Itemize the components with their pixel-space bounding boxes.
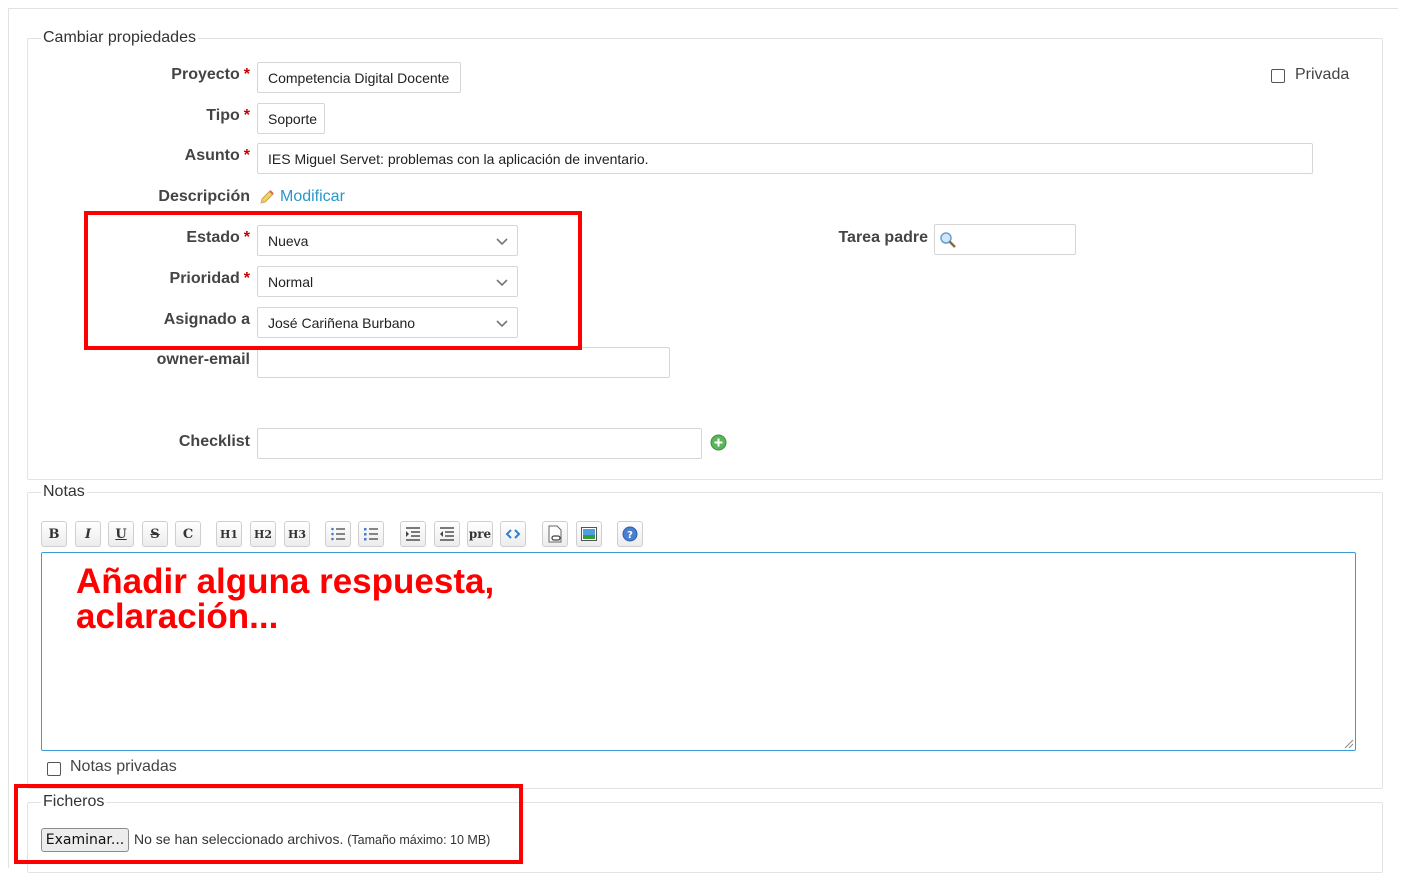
strike-label: S xyxy=(150,526,160,542)
browse-files-button[interactable]: Examinar... xyxy=(41,828,129,852)
chevron-down-icon xyxy=(496,238,508,246)
pre-button[interactable]: pre xyxy=(467,521,493,547)
asignado-label: Asignado a xyxy=(163,311,250,328)
italic-label: I xyxy=(84,526,92,542)
bullet-list-icon xyxy=(331,527,345,541)
owner-email-input[interactable] xyxy=(257,347,670,378)
asignado-select[interactable]: José Cariñena Burbano xyxy=(257,307,518,338)
link-button[interactable] xyxy=(542,521,568,547)
image-button[interactable] xyxy=(576,521,602,547)
resize-handle-icon[interactable] xyxy=(1344,739,1354,749)
indent-button[interactable] xyxy=(400,521,426,547)
checklist-input[interactable] xyxy=(257,428,702,459)
pencil-icon[interactable] xyxy=(258,188,276,211)
outdent-button[interactable] xyxy=(434,521,460,547)
notas-privadas-label: Notas privadas xyxy=(70,758,177,775)
prioridad-select[interactable]: Normal xyxy=(257,266,518,297)
prioridad-value: Normal xyxy=(268,273,314,290)
tipo-label: Tipo * xyxy=(206,107,250,124)
estado-select[interactable]: Nueva xyxy=(257,225,518,256)
proyecto-select[interactable]: Competencia Digital Docente xyxy=(257,62,461,93)
no-file-label: No se han seleccionado archivos. xyxy=(134,831,344,847)
properties-fieldset: Cambiar propiedades xyxy=(27,29,1383,480)
code-label: C xyxy=(182,526,194,542)
link-icon xyxy=(548,525,562,543)
h1-button[interactable]: H1 xyxy=(216,521,242,547)
numbered-list-icon xyxy=(364,528,378,541)
estado-label: Estado * xyxy=(186,229,250,246)
estado-value: Nueva xyxy=(268,232,309,249)
descripcion-label: Descripción xyxy=(158,188,250,205)
proyecto-value: Competencia Digital Docente xyxy=(268,69,450,86)
underline-button[interactable]: U xyxy=(108,521,134,547)
pre-label: pre xyxy=(468,527,492,541)
tipo-select[interactable]: Soporte xyxy=(257,103,325,134)
chevron-down-icon xyxy=(496,279,508,287)
add-checklist-icon[interactable] xyxy=(710,434,727,456)
magnifier-icon xyxy=(940,231,956,248)
owner-email-label: owner-email xyxy=(156,351,250,368)
files-legend: Ficheros xyxy=(43,793,105,810)
tipo-value: Soporte xyxy=(268,110,318,127)
help-icon: ? xyxy=(622,526,638,542)
chevron-down-icon xyxy=(496,320,508,328)
asignado-value: José Cariñena Burbano xyxy=(268,314,416,331)
tarea-padre-label: Tarea padre xyxy=(838,229,928,246)
underline-label: U xyxy=(115,526,127,542)
outdent-icon xyxy=(440,527,454,541)
checklist-label: Checklist xyxy=(178,433,250,450)
h3-button[interactable]: H3 xyxy=(284,521,310,547)
max-size-label: (Tamaño máximo: 10 MB) xyxy=(347,833,491,847)
h1-label: H1 xyxy=(219,527,239,541)
code-block-button[interactable] xyxy=(500,521,526,547)
image-icon xyxy=(581,527,597,541)
help-button[interactable]: ? xyxy=(617,521,643,547)
descripcion-modificar-link[interactable]: Modificar xyxy=(280,188,345,206)
ordered-list-button[interactable] xyxy=(358,521,384,547)
strike-button[interactable]: S xyxy=(142,521,168,547)
italic-button[interactable]: I xyxy=(75,521,101,547)
h2-button[interactable]: H2 xyxy=(250,521,276,547)
svg-text:?: ? xyxy=(627,530,633,541)
privada-label: Privada xyxy=(1295,66,1350,83)
asunto-value: IES Miguel Servet: problemas con la apli… xyxy=(268,150,649,167)
notes-legend: Notas xyxy=(43,483,85,500)
indent-icon xyxy=(406,527,420,541)
tarea-padre-input[interactable] xyxy=(934,224,1076,255)
asunto-input[interactable]: IES Miguel Servet: problemas con la apli… xyxy=(257,143,1313,174)
notes-annotation: Añadir alguna respuesta, aclaración... xyxy=(76,562,495,636)
bold-button[interactable]: B xyxy=(41,521,67,547)
privada-checkbox[interactable] xyxy=(1271,69,1285,83)
asunto-label: Asunto * xyxy=(184,147,250,164)
notas-privadas-checkbox[interactable] xyxy=(47,762,61,776)
code-button[interactable]: C xyxy=(175,521,201,547)
properties-legend: Cambiar propiedades xyxy=(43,29,196,46)
h2-label: H2 xyxy=(253,527,273,541)
no-file-text: No se han seleccionado archivos. (Tamaño… xyxy=(134,831,490,847)
bold-label: B xyxy=(48,526,60,542)
unordered-list-button[interactable] xyxy=(325,521,351,547)
prioridad-label: Prioridad * xyxy=(169,270,250,287)
proyecto-label: Proyecto * xyxy=(171,66,250,83)
code-brackets-icon xyxy=(505,529,521,539)
h3-label: H3 xyxy=(287,527,307,541)
